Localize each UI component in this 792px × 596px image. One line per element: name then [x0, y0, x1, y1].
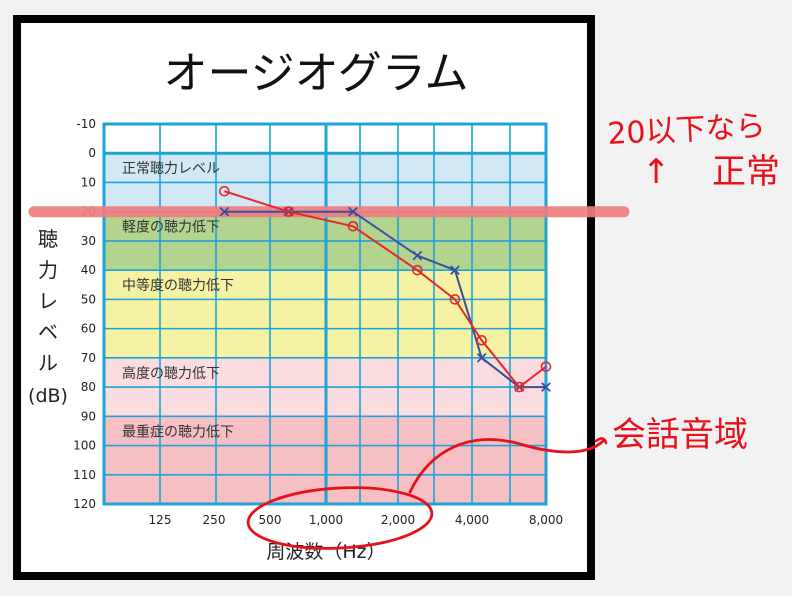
y-tick-label: 10	[81, 175, 96, 189]
x-tick-label: 250	[203, 513, 226, 527]
y-tick-label: 70	[81, 351, 96, 365]
x-tick-label: 2,000	[381, 513, 415, 527]
y-tick-label: 40	[81, 263, 96, 277]
y-tick-label: 80	[81, 380, 96, 394]
band-label: 中等度の聴力低下	[122, 277, 234, 294]
y-tick-label: 50	[81, 292, 96, 306]
band-label: 正常聴力レベル	[122, 161, 220, 177]
y-tick-label: 110	[73, 468, 96, 482]
y-label-char: ベ	[38, 320, 58, 344]
y-tick-label: 30	[81, 234, 96, 248]
band-label: 最重症の聴力低下	[122, 424, 234, 440]
y-label-char: 力	[38, 258, 58, 282]
chart-title: オージオグラム	[164, 48, 469, 99]
x-tick-label: 4,000	[455, 513, 489, 527]
y-tick-label: 120	[73, 497, 96, 511]
threshold-note-bottom: 正常	[712, 152, 780, 192]
audiogram-figure: オージオグラム 正常聴力レベル軽度の聴力低下中等度の聴力低下高度の聴力低下最重症…	[13, 15, 780, 580]
y-tick-label: 90	[81, 409, 96, 423]
x-tick-label: 1,000	[309, 513, 343, 527]
band-label: 高度の聴力低下	[122, 365, 220, 382]
y-label-unit: (dB)	[28, 385, 68, 407]
y-tick-label: 100	[73, 439, 96, 453]
y-tick-label: -10	[76, 117, 96, 131]
y-label-char: ル	[38, 351, 58, 375]
threshold-note-arrow: ↑	[642, 152, 671, 192]
y-label-char: レ	[38, 289, 58, 313]
speech-range-note: 会話音域	[612, 415, 748, 455]
x-tick-label: 125	[149, 513, 172, 527]
band-label: 軽度の聴力低下	[122, 220, 220, 236]
y-tick-label: 0	[88, 146, 96, 160]
threshold-note-top: 20以下なら	[607, 109, 767, 152]
y-label-char: 聴	[38, 227, 58, 251]
y-tick-label: 60	[81, 322, 96, 336]
x-tick-label: 500	[259, 513, 282, 527]
x-tick-label: 8,000	[529, 513, 563, 527]
